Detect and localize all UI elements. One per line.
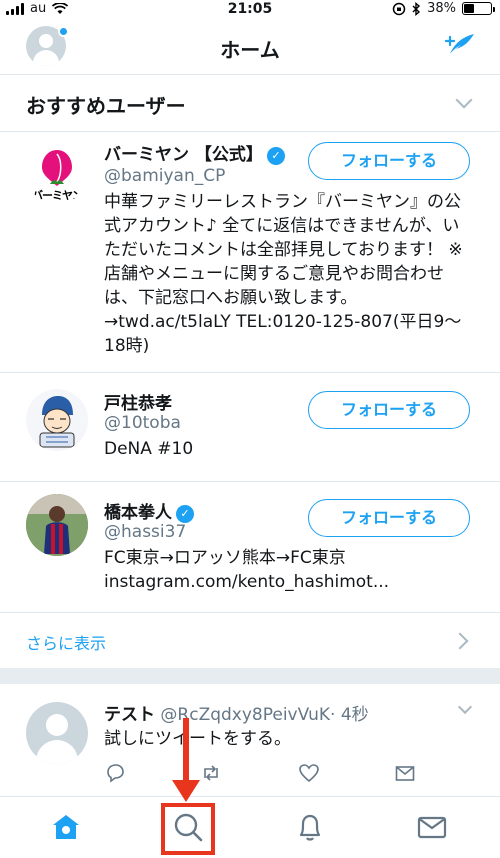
tab-bar: [0, 796, 500, 858]
user-name: 戸柱恭孝: [104, 394, 172, 414]
chevron-down-icon[interactable]: [455, 91, 473, 109]
top-bar: ホーム: [0, 18, 500, 75]
battery-icon: [462, 2, 495, 15]
user-name: バーミヤン 【公式】 ✓: [104, 140, 285, 165]
mail-icon[interactable]: [414, 809, 450, 845]
follow-button[interactable]: フォローする: [308, 142, 470, 180]
reply-icon[interactable]: [104, 762, 126, 784]
bluetooth-icon: [412, 1, 421, 16]
user-handle: @bamiyan_CP: [104, 166, 226, 186]
show-more-row[interactable]: さらに表示: [0, 613, 500, 668]
follow-button[interactable]: フォローする: [308, 499, 470, 537]
player-photo: [26, 494, 88, 556]
page-title: ホーム: [220, 38, 280, 62]
section-divider: [0, 668, 500, 684]
verified-icon: ✓: [176, 505, 194, 523]
orientation-lock-icon: [392, 2, 406, 15]
tweet-header: テスト @RcZqdxy8PeivVuK· 4秒: [104, 700, 369, 725]
user-card[interactable]: バーミヤン バーミヤン 【公式】 ✓ @bamiyan_CP 中華ファミリーレスト…: [0, 132, 500, 373]
cartoon-avatar: [39, 396, 75, 448]
bell-icon[interactable]: [292, 809, 328, 845]
user-avatar[interactable]: [26, 389, 88, 451]
annotation-arrowhead: [172, 780, 200, 802]
recommended-title: おすすめユーザー: [26, 94, 186, 118]
user-avatar[interactable]: [26, 494, 88, 556]
status-bar: au 21:05 38%: [0, 0, 500, 18]
annotation-highlight-box: [161, 803, 215, 855]
show-more-link[interactable]: さらに表示: [26, 630, 106, 654]
user-bio: 中華ファミリーレストラン『バーミヤン』の公式アカウント♪ 全てに返信はできません…: [104, 192, 463, 356]
home-icon[interactable]: [48, 809, 84, 845]
tweet-time: · 4秒: [330, 705, 369, 725]
user-avatar[interactable]: バーミヤン: [26, 142, 88, 204]
user-card[interactable]: 戸柱恭孝 @10toba DeNA #10 フォローする: [0, 373, 500, 482]
user-card[interactable]: 橋本拳人 ✓ @hassi37 FC東京→ロアッソ熊本→FC東京 instagra…: [0, 482, 500, 613]
tweet-avatar[interactable]: [26, 702, 88, 764]
tweet[interactable]: テスト @RcZqdxy8PeivVuK· 4秒 試しにツイートをする。: [0, 684, 500, 796]
chevron-down-icon[interactable]: [457, 699, 473, 715]
tweet-text: 試しにツイートをする。: [104, 729, 291, 749]
battery-percent: 38%: [427, 1, 456, 16]
tweet-actions: [104, 762, 434, 784]
follow-button[interactable]: フォローする: [308, 391, 470, 429]
tweet-author: テスト: [104, 705, 155, 725]
user-bio: DeNA #10: [104, 439, 194, 459]
compose-icon[interactable]: [444, 32, 476, 60]
user-handle: @hassi37: [104, 522, 187, 542]
like-icon[interactable]: [298, 762, 320, 784]
recommended-header: おすすめユーザー: [0, 76, 500, 132]
annotation-arrow: [183, 718, 189, 788]
bamiyan-logo-text: バーミヤン: [32, 189, 83, 202]
user-name: 橋本拳人 ✓: [104, 498, 194, 523]
share-icon[interactable]: [394, 762, 416, 784]
chevron-right-icon: [451, 632, 469, 650]
verified-icon: ✓: [266, 147, 285, 165]
retweet-icon[interactable]: [200, 762, 222, 784]
user-handle: @10toba: [104, 413, 181, 433]
user-bio: FC東京→ロアッソ熊本→FC東京 instagram.com/kento_has…: [104, 548, 390, 592]
